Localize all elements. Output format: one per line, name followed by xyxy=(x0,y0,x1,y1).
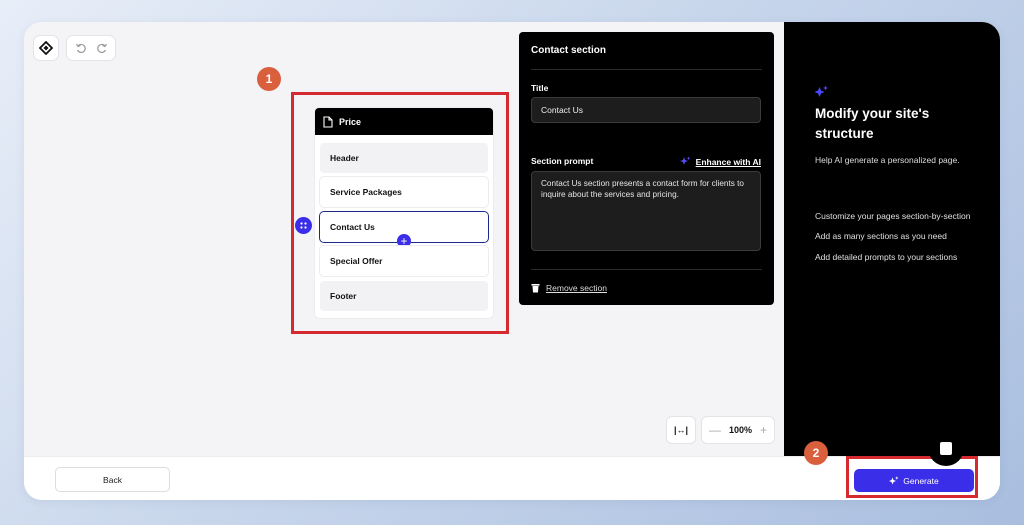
tip-item: Add detailed prompts to your sections xyxy=(815,251,958,262)
page-structure-card: Price Header Service Packages Contact Us… xyxy=(315,108,493,318)
remove-section-label: Remove section xyxy=(546,283,607,293)
history-controls xyxy=(67,36,115,60)
section-prompt-textarea[interactable]: Contact Us section presents a contact fo… xyxy=(531,171,761,251)
step-badge-1: 1 xyxy=(257,67,281,91)
divider xyxy=(531,269,762,270)
redo-button[interactable] xyxy=(94,40,110,56)
diamond-logo-icon xyxy=(39,41,53,55)
drag-handle[interactable] xyxy=(295,217,312,234)
section-prompt-label: Section prompt xyxy=(531,156,594,166)
section-item-footer[interactable]: Footer xyxy=(320,281,488,311)
section-item-label: Footer xyxy=(330,291,357,301)
section-editor-panel: Contact section Title Contact Us Section… xyxy=(519,32,774,305)
sparkle-icon xyxy=(679,156,690,165)
zoom-control: — 100% + xyxy=(702,417,774,443)
info-side-panel: Modify your site's structure Help AI gen… xyxy=(784,22,1000,456)
zoom-out-button[interactable]: — xyxy=(709,423,721,437)
tip-item: Customize your pages section-by-section xyxy=(815,211,971,221)
tips-list: Customize your pages section-by-section … xyxy=(815,210,975,271)
title-label: Title xyxy=(531,83,549,93)
trash-icon xyxy=(531,284,540,293)
undo-icon xyxy=(75,43,86,54)
side-panel-title: Modify your site's structure xyxy=(815,106,930,141)
title-input[interactable]: Contact Us xyxy=(531,97,761,123)
zoom-in-button[interactable]: + xyxy=(760,423,767,437)
undo-button[interactable] xyxy=(73,40,89,56)
section-item-header[interactable]: Header xyxy=(320,143,488,173)
highlight-box-2 xyxy=(846,456,978,498)
enhance-label: Enhance with AI xyxy=(695,156,761,167)
page-card-header: Price xyxy=(315,108,493,135)
chat-widget-button[interactable] xyxy=(928,430,964,466)
tip-item: Add as many sections as you need xyxy=(815,231,947,242)
section-item-label: Service Packages xyxy=(330,187,402,197)
fit-width-button[interactable]: |↔| xyxy=(667,417,695,443)
section-item-special-offer[interactable]: Special Offer xyxy=(320,246,488,276)
section-item-service-packages[interactable]: Service Packages xyxy=(320,177,488,207)
section-item-label: Contact Us xyxy=(330,222,375,232)
enhance-with-ai-button[interactable]: Enhance with AI xyxy=(679,156,761,167)
section-item-label: Special Offer xyxy=(330,256,383,266)
step-badge-2: 2 xyxy=(804,441,828,465)
remove-section-button[interactable]: Remove section xyxy=(531,283,607,293)
logo-button[interactable] xyxy=(34,36,58,60)
app-window: 1 Price Header Service Packages Contact … xyxy=(24,22,1000,500)
zoom-level: 100% xyxy=(728,425,752,435)
page-title: Price xyxy=(339,116,362,127)
chat-icon xyxy=(940,441,952,455)
editor-heading: Contact section xyxy=(531,45,607,56)
redo-icon xyxy=(96,43,107,54)
section-item-label: Header xyxy=(330,153,359,163)
back-button[interactable]: Back xyxy=(55,467,170,492)
drag-handle-icon xyxy=(300,222,307,229)
divider xyxy=(531,69,762,70)
document-icon xyxy=(323,115,333,128)
canvas-area: 1 Price Header Service Packages Contact … xyxy=(24,22,784,456)
side-panel-subtitle: Help AI generate a personalized page. xyxy=(815,155,960,165)
sparkle-icon xyxy=(814,85,828,97)
